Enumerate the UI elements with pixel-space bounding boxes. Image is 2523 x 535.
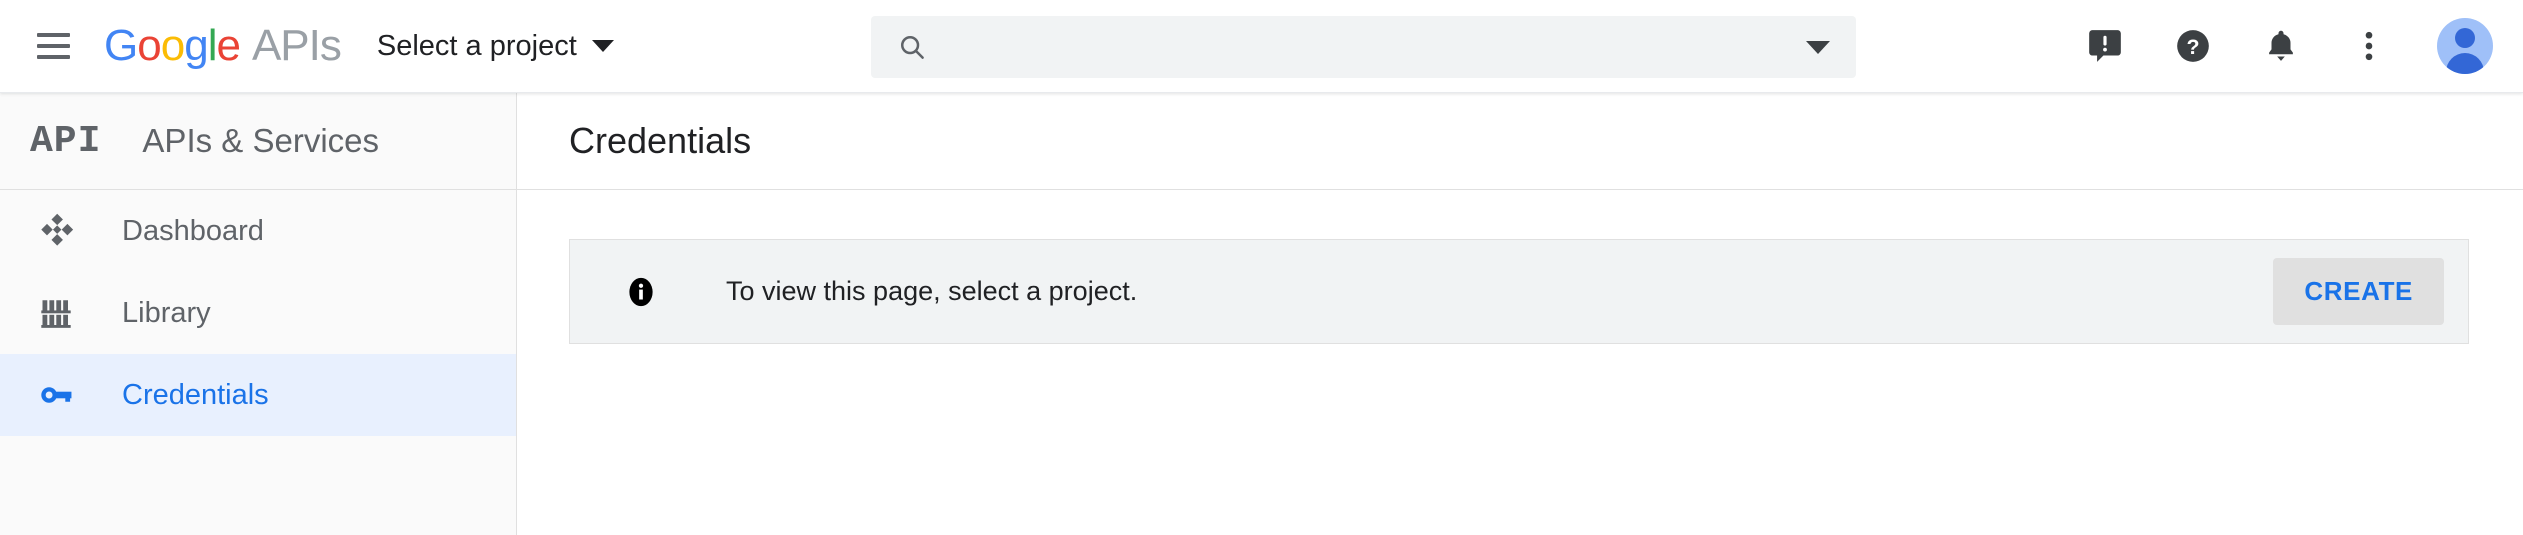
header-actions: ? [2079,0,2493,92]
hamburger-menu-icon[interactable] [33,26,73,66]
page-title: Credentials [569,120,752,161]
sidebar-item-dashboard[interactable]: Dashboard [0,190,516,272]
avatar-body [2446,53,2484,74]
hamburger-bar [36,44,70,48]
hamburger-bar [36,55,70,59]
key-icon [33,377,79,413]
chevron-down-icon [591,40,614,52]
dashboard-icon [33,213,79,249]
library-icon [33,295,79,331]
sidebar-header: API APIs & Services [0,93,516,190]
search-input[interactable] [949,31,1806,63]
main-content: Credentials To view this page, select a … [517,93,2523,535]
avatar[interactable] [2437,18,2493,74]
body-row: API APIs & Services Dashboard Library Cr… [0,93,2523,535]
avatar-head [2455,28,2475,48]
create-button[interactable]: CREATE [2273,258,2444,325]
project-picker-label: Select a project [376,29,577,62]
sidebar-title: APIs & Services [142,122,379,159]
logo-letter-o2: o [160,21,186,70]
help-icon[interactable]: ? [2167,20,2219,72]
info-icon [624,275,658,309]
banner-message: To view this page, select a project. [726,276,1138,306]
notifications-icon[interactable] [2255,20,2307,72]
search-dropdown-chevron-down-icon[interactable] [1806,40,1830,54]
search-icon [897,32,927,62]
sidebar-item-label: Library [122,296,211,329]
banner-area: To view this page, select a project. CRE… [517,190,2523,344]
logo-letter-l: l [207,21,218,70]
project-picker[interactable]: Select a project [377,30,614,63]
svg-text:?: ? [2186,35,2199,59]
logo-letter-e: e [216,21,241,70]
select-project-banner: To view this page, select a project. CRE… [569,239,2469,344]
search-box[interactable] [871,16,1856,78]
google-apis-logo[interactable]: Google APIs [104,21,342,71]
app-header: Google APIs Select a project ? [0,0,2523,93]
sidebar-item-library[interactable]: Library [0,272,516,354]
main-header: Credentials [517,93,2523,190]
logo-letter-o1: o [137,21,162,70]
sidebar: API APIs & Services Dashboard Library Cr… [0,93,517,535]
logo-letter-g1: G [104,21,138,70]
sidebar-item-label: Credentials [122,378,269,411]
sidebar-item-label: Dashboard [122,214,264,247]
api-badge-icon: API [30,119,102,163]
feedback-icon[interactable] [2079,20,2131,72]
more-vert-icon[interactable] [2343,20,2395,72]
logo-suffix-apis: APIs [251,21,342,70]
sidebar-item-credentials[interactable]: Credentials [0,354,516,436]
logo-letter-g2: g [184,21,209,70]
hamburger-bar [36,33,70,37]
